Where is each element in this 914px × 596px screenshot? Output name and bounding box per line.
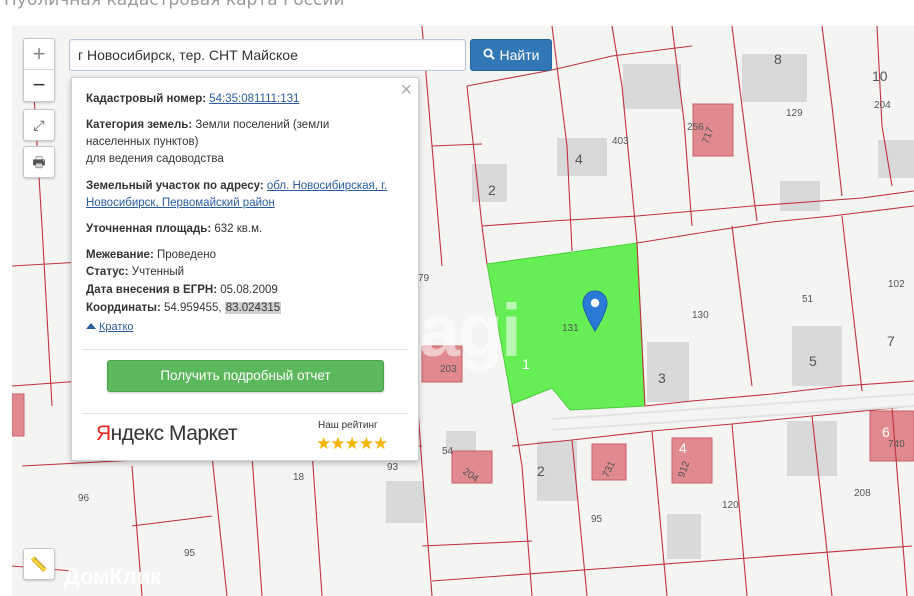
map-label: 120 [722, 500, 739, 511]
map-label: 96 [78, 493, 90, 504]
area-label: Уточненная площадь: [86, 223, 212, 235]
land-category-value: для ведения садоводства [86, 153, 224, 165]
cadastral-number-label: Кадастровый номер: [86, 93, 207, 105]
map-label: 130 [692, 310, 709, 321]
search-button-label: Найти [499, 47, 540, 63]
print-button[interactable]: 🖶 [23, 146, 55, 178]
land-category-row: Категория земель: Земли поселений (земли… [86, 117, 406, 168]
area-value: 632 кв.м. [214, 223, 263, 235]
map-label: 93 [387, 462, 399, 473]
rating-stars-icon: ★★★★★ [316, 434, 388, 453]
map-label: 95 [591, 514, 603, 525]
ruler-icon: 📏 [30, 556, 48, 572]
address-label: Земельный участок по адресу: [86, 180, 264, 192]
egrn-date-label: Дата внесения в ЕГРН: [86, 284, 218, 296]
address-row: Земельный участок по адресу: обл. Новоси… [86, 178, 406, 212]
yandex-market-badge[interactable]: Яндекс Маркет Наш рейтинг ★★★★★ [80, 414, 410, 456]
expand-icon: ⤢ [33, 117, 45, 133]
zoom-in-button[interactable]: + [24, 39, 54, 69]
status-row: Статус: Учтенный [86, 264, 406, 281]
survey-value: Проведено [156, 249, 217, 261]
parcel-info-popup: × Кадастровый номер: 54:35:081111:131 Ка… [71, 77, 419, 461]
status-value: Учтенный [131, 266, 185, 278]
map-label: 51 [802, 294, 814, 305]
coordinates-lon: 83.024315 [224, 302, 282, 314]
map-label: 3 [658, 370, 666, 386]
rating-label: Наш рейтинг [318, 420, 378, 431]
map-label: 2 [488, 182, 496, 198]
survey-label: Межевание: [86, 249, 154, 261]
land-category-label: Категория земель: [86, 119, 193, 131]
area-row: Уточненная площадь: 632 кв.м. [86, 221, 406, 238]
printer-icon: 🖶 [32, 154, 46, 170]
page-title: Публичная кадастровая карта России [4, 0, 345, 10]
map-label: 256 [687, 122, 704, 133]
cadastral-number-link[interactable]: 54:35:081111:131 [209, 93, 299, 105]
map-label: 6 [882, 424, 890, 440]
coordinates-label: Координаты: [86, 302, 161, 314]
map-label: 54 [442, 446, 454, 457]
survey-row: Межевание: Проведено [86, 247, 406, 264]
map-label: 2 [537, 463, 545, 479]
zoom-control: + − [23, 38, 55, 102]
map-label: 129 [786, 108, 803, 119]
map-label: 79 [418, 273, 430, 284]
land-category-value: Земли поселений (земли [195, 119, 330, 131]
address-link[interactable]: обл. Новосибирская, г. [267, 180, 387, 192]
map-label: 102 [888, 279, 905, 290]
collapse-toggle[interactable]: Кратко [86, 321, 134, 333]
detailed-report-button[interactable]: Получить подробный отчет [107, 360, 384, 392]
search-input[interactable]: г Новосибирск, тер. СНТ Майское [69, 39, 466, 71]
map-label: 10 [872, 68, 888, 84]
map-label: 131 [562, 323, 579, 334]
coordinates-lat: 54.959455, [164, 302, 222, 314]
cadastral-number-row: Кадастровый номер: 54:35:081111:131 [86, 91, 406, 108]
egrn-date-value: 05.08.2009 [220, 284, 278, 296]
location-marker-icon[interactable] [582, 290, 608, 332]
map-label: 208 [854, 488, 871, 499]
map-label: 5 [809, 353, 817, 369]
map-label: 740 [888, 439, 905, 450]
status-label: Статус: [86, 266, 129, 278]
map-label: 4 [575, 151, 583, 167]
map-label: 95 [184, 548, 196, 559]
map-label: 4 [679, 440, 687, 456]
map-label: 203 [440, 364, 457, 375]
search-button[interactable]: Найти [470, 39, 552, 71]
map-label: 1 [522, 356, 530, 372]
search-icon [483, 48, 495, 60]
collapse-toggle-label: Кратко [99, 321, 134, 333]
map-label: 8 [774, 51, 782, 67]
zoom-out-button[interactable]: − [24, 69, 54, 100]
egrn-date-row: Дата внесения в ЕГРН: 05.08.2009 [86, 282, 406, 299]
fullscreen-button[interactable]: ⤢ [23, 109, 55, 141]
address-link[interactable]: Новосибирск, Первомайский район [86, 197, 275, 209]
divider [82, 349, 408, 350]
map-label: 403 [612, 136, 629, 147]
map-label: 204 [874, 100, 891, 111]
map-label: 7 [887, 333, 895, 349]
ruler-button[interactable]: 📏 [23, 548, 55, 580]
triangle-up-icon [86, 323, 96, 329]
yandex-market-logo: Яндекс Маркет [96, 422, 238, 445]
land-category-value: населенных пунктов) [86, 136, 199, 148]
map-label: 18 [293, 472, 305, 483]
watermark-domclick: ДомКлик [64, 564, 162, 589]
coordinates-row: Координаты: 54.959455, 83.024315 [86, 300, 406, 317]
